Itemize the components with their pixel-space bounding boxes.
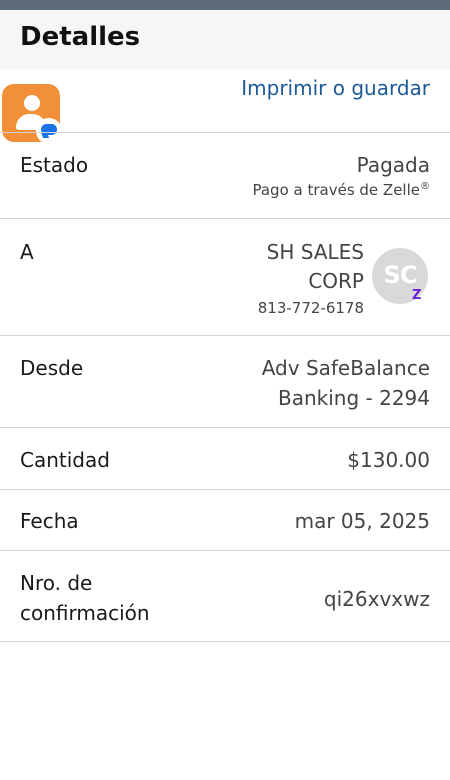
registered-mark: ® [420, 181, 430, 192]
from-value-line2: Banking - 2294 [278, 386, 430, 410]
date-value: mar 05, 2025 [294, 509, 430, 533]
person-head-shape [24, 95, 40, 111]
status-bar [0, 0, 450, 10]
divider [0, 641, 450, 642]
recipient-phone: 813-772-6178 [257, 299, 364, 317]
status-value: Pagada [356, 153, 430, 177]
divider [0, 489, 450, 490]
print-or-save-link[interactable]: Imprimir o guardar [241, 76, 430, 100]
confirmation-label-line2: confirmación [20, 601, 150, 625]
divider [0, 550, 450, 551]
divider [0, 132, 450, 133]
divider [0, 218, 450, 219]
status-subtitle-text: Pago a través de Zelle [252, 181, 420, 199]
confirmation-label-line1: Nro. de [20, 571, 93, 595]
divider [0, 335, 450, 336]
from-value-line1: Adv SafeBalance [261, 356, 430, 380]
amount-label: Cantidad [20, 448, 110, 472]
recipient-name-line1: SH SALES [266, 240, 364, 264]
amount-value: $130.00 [347, 448, 430, 472]
status-label: Estado [20, 153, 89, 177]
date-label: Fecha [20, 509, 79, 533]
confirmation-value: qi26xvxwz [323, 587, 430, 611]
contact-message-icon[interactable] [2, 84, 62, 144]
divider [0, 427, 450, 428]
avatar-initials: SC [383, 261, 418, 289]
page-title: Detalles [20, 22, 141, 52]
recipient-label: A [20, 240, 34, 264]
from-label: Desde [20, 356, 84, 380]
zelle-icon: Z [412, 288, 422, 303]
message-bubble-icon [36, 118, 62, 144]
recipient-name-line2: CORP [308, 269, 364, 293]
header: Detalles [0, 10, 450, 70]
status-subtitle: Pago a través de Zelle® [252, 181, 430, 199]
